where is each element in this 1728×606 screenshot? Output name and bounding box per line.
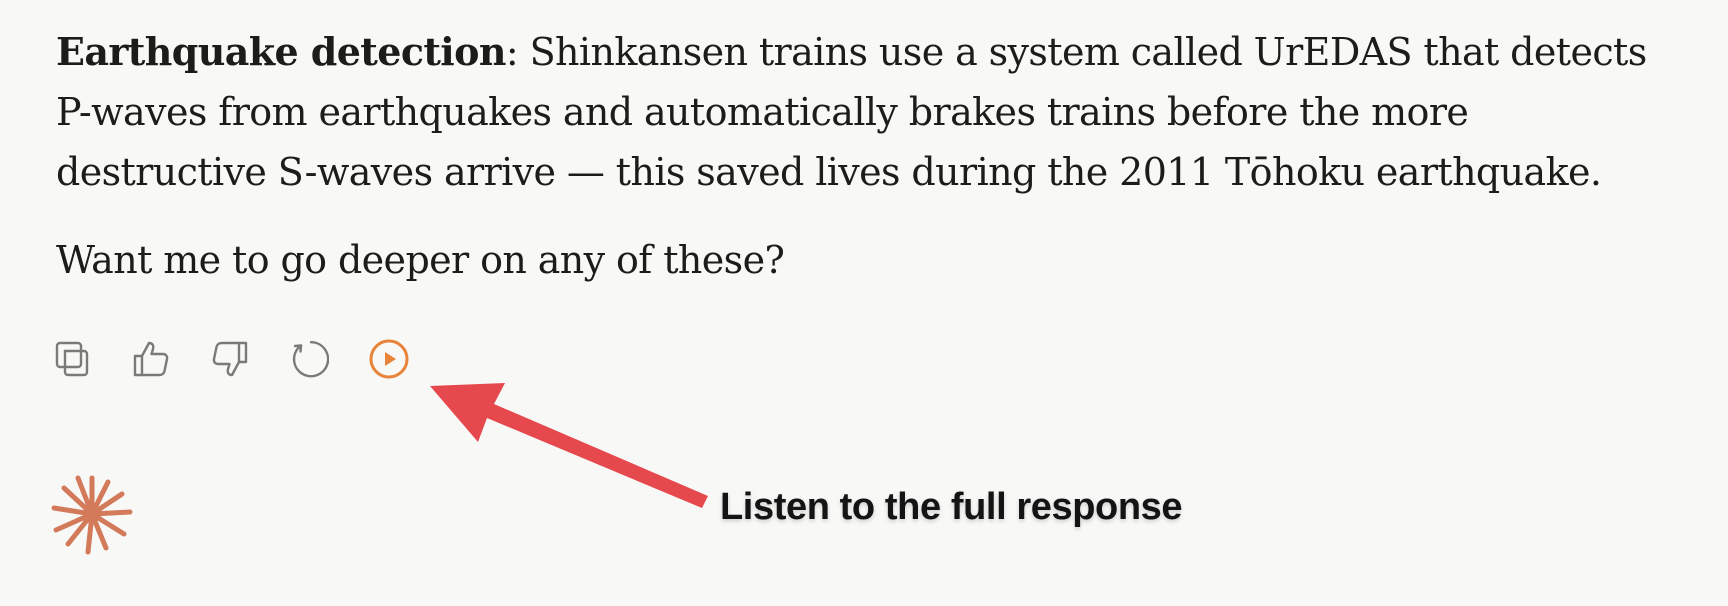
paragraph-heading: Earthquake detection <box>56 29 507 74</box>
play-icon <box>369 339 409 379</box>
thumbs-up-button[interactable] <box>131 336 210 382</box>
message-actions-toolbar <box>52 336 447 382</box>
assistant-logo <box>50 472 134 560</box>
message-paragraph-2: Want me to go deeper on any of these? <box>56 238 785 282</box>
thumbs-up-icon <box>133 341 169 377</box>
thumbs-down-icon <box>212 341 248 377</box>
copy-icon <box>55 341 89 377</box>
retry-button[interactable] <box>289 336 368 382</box>
assistant-message: Earthquake detection: Shinkansen trains … <box>56 22 1686 290</box>
retry-icon <box>292 340 329 378</box>
copy-button[interactable] <box>52 336 131 382</box>
callout-label: Listen to the full response <box>720 486 1183 528</box>
sparkle-logo-icon <box>51 475 133 555</box>
read-aloud-button[interactable] <box>368 336 447 382</box>
thumbs-down-button[interactable] <box>210 336 289 382</box>
message-paragraph-1: Earthquake detection: Shinkansen trains … <box>56 22 1686 202</box>
